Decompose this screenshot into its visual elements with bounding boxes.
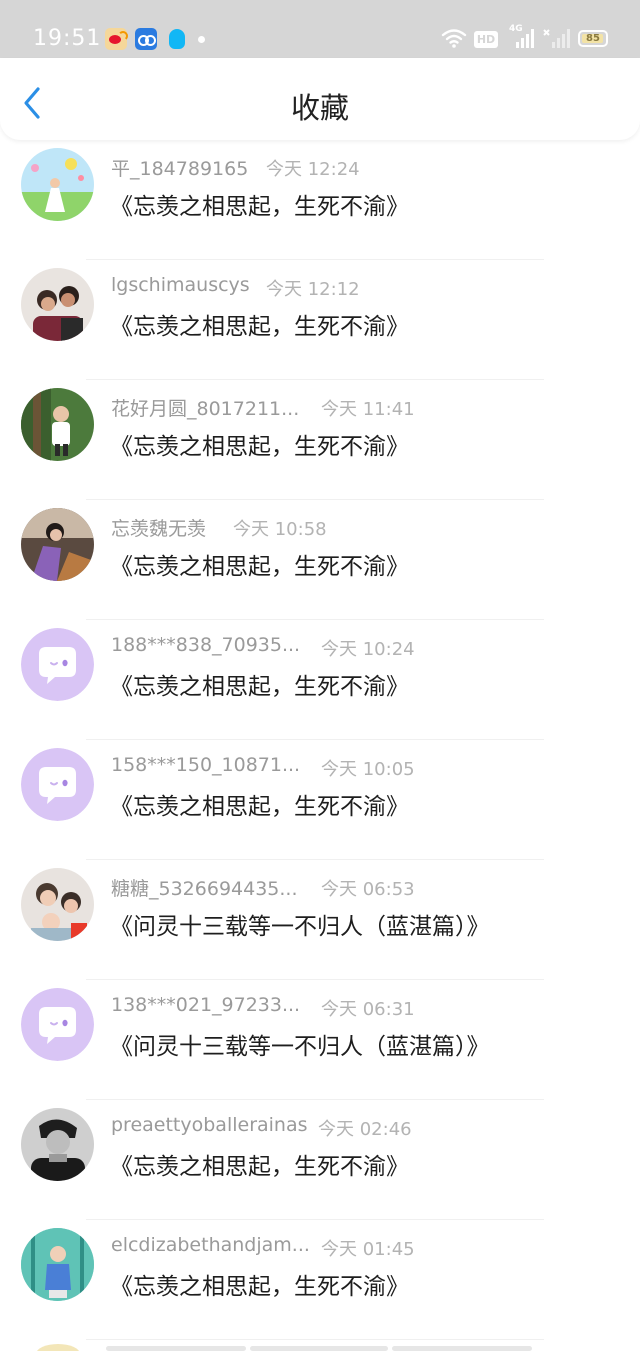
list-item[interactable]: elcdizabethandjam... 今天 01:45 《忘羡之相思起，生死…	[0, 1220, 640, 1340]
timestamp: 今天 06:31	[321, 999, 415, 1020]
favorites-list: 平_184789165 今天 12:24 《忘羡之相思起，生死不渝》 lgsch…	[0, 140, 640, 1340]
username: 138***021_97233...	[111, 994, 301, 1016]
item-title: 《忘羡之相思起，生死不渝》	[110, 314, 409, 340]
signal-icon	[516, 29, 534, 48]
default-avatar-icon[interactable]	[21, 628, 94, 701]
list-item[interactable]: 158***150_10871... 今天 10:05 《忘羡之相思起，生死不渝…	[0, 740, 640, 860]
username: 花好月圆_8017211...	[111, 398, 300, 420]
avatar[interactable]	[21, 1108, 94, 1181]
timestamp: 今天 10:24	[321, 639, 415, 660]
list-item[interactable]: 忘羡魏无羡 今天 10:58 《忘羡之相思起，生死不渝》	[0, 500, 640, 620]
avatar[interactable]	[21, 148, 94, 221]
list-item[interactable]: 188***838_70935... 今天 10:24 《忘羡之相思起，生死不渝…	[0, 620, 640, 740]
timestamp: 今天 10:58	[233, 519, 327, 540]
battery-level: 85	[586, 33, 600, 44]
timestamp: 今天 12:12	[266, 279, 360, 300]
avatar[interactable]	[21, 1228, 94, 1301]
wifi-icon	[441, 29, 467, 48]
item-title: 《忘羡之相思起，生死不渝》	[110, 1274, 409, 1300]
list-item[interactable]: 平_184789165 今天 12:24 《忘羡之相思起，生死不渝》	[0, 140, 640, 260]
username: 忘羡魏无羡	[111, 518, 207, 540]
timestamp: 今天 11:41	[321, 399, 415, 420]
notification-dot-icon	[198, 36, 205, 43]
status-bar: 19:51 HD 4G 85	[0, 0, 640, 62]
page-title: 收藏	[290, 91, 349, 125]
list-item[interactable]: lgschimauscys 今天 12:12 《忘羡之相思起，生死不渝》	[0, 260, 640, 380]
username: preaettyoballerainas	[111, 1114, 308, 1136]
item-title: 《问灵十三载等一不归人（蓝湛篇）》	[110, 1034, 490, 1060]
avatar	[36, 1344, 80, 1351]
item-title: 《忘羡之相思起，生死不渝》	[110, 674, 409, 700]
cloud-icon	[135, 28, 157, 50]
avatar[interactable]	[21, 508, 94, 581]
list-item[interactable]: 糖糖_5326694435... 今天 06:53 《问灵十三载等一不归人（蓝湛…	[0, 860, 640, 980]
username: 188***838_70935...	[111, 634, 301, 656]
status-time: 19:51	[33, 26, 102, 51]
default-avatar-icon[interactable]	[21, 988, 94, 1061]
item-title: 《忘羡之相思起，生死不渝》	[110, 194, 409, 220]
timestamp: 今天 02:46	[318, 1119, 412, 1140]
default-avatar-icon[interactable]	[21, 748, 94, 821]
timestamp: 今天 06:53	[321, 879, 415, 900]
item-title: 《忘羡之相思起，生死不渝》	[110, 434, 409, 460]
avatar[interactable]	[21, 868, 94, 941]
avatar[interactable]	[21, 388, 94, 461]
timestamp: 今天 12:24	[266, 159, 360, 180]
username: lgschimauscys	[111, 274, 250, 296]
hd-icon: HD	[474, 31, 498, 48]
list-item[interactable]: 138***021_97233... 今天 06:31 《问灵十三载等一不归人（…	[0, 980, 640, 1100]
username: 糖糖_5326694435...	[111, 878, 298, 900]
nav-bar: 收藏	[0, 58, 640, 140]
item-title: 《忘羡之相思起，生死不渝》	[110, 794, 409, 820]
weibo-icon	[105, 28, 128, 50]
qq-icon	[166, 28, 188, 50]
next-list-item-peek	[0, 1338, 640, 1351]
avatar[interactable]	[21, 268, 94, 341]
timestamp: 今天 01:45	[321, 1239, 415, 1260]
list-item[interactable]: 花好月圆_8017211... 今天 11:41 《忘羡之相思起，生死不渝》	[0, 380, 640, 500]
username: 平_184789165	[111, 158, 249, 180]
username: 158***150_10871...	[111, 754, 301, 776]
item-title: 《忘羡之相思起，生死不渝》	[110, 554, 409, 580]
timestamp: 今天 10:05	[321, 759, 415, 780]
username: elcdizabethandjam...	[111, 1234, 310, 1256]
signal-secondary-icon	[543, 29, 570, 48]
list-item[interactable]: preaettyoballerainas 今天 02:46 《忘羡之相思起，生死…	[0, 1100, 640, 1220]
item-title: 《问灵十三载等一不归人（蓝湛篇）》	[110, 914, 490, 940]
item-title: 《忘羡之相思起，生死不渝》	[110, 1154, 409, 1180]
battery-icon: 85	[578, 30, 608, 47]
